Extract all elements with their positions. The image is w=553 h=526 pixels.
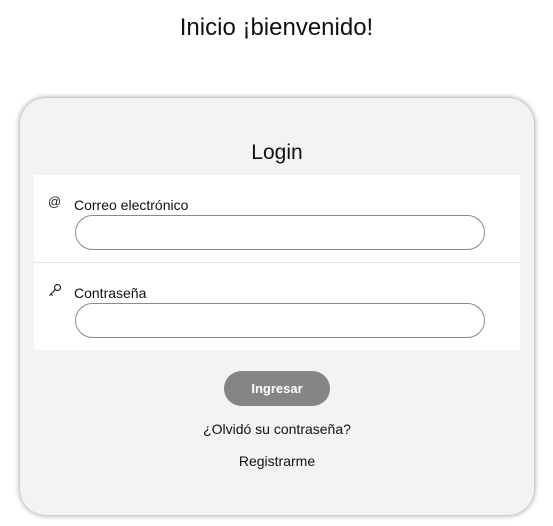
email-row: @ Correo electrónico (34, 175, 520, 262)
login-fields: @ Correo electrónico Contraseña (34, 175, 520, 350)
at-icon: @ (48, 194, 62, 209)
login-button[interactable]: Ingresar (224, 371, 330, 406)
register-link[interactable]: Registrarme (20, 452, 534, 470)
password-row: Contraseña (34, 262, 520, 350)
email-field[interactable] (75, 215, 485, 250)
email-label: Correo electrónico (74, 197, 189, 213)
login-title: Login (251, 141, 303, 164)
page: Inicio ¡bienvenido! Login @ Correo elect… (0, 0, 553, 526)
page-title: Inicio ¡bienvenido! (179, 14, 374, 41)
password-label: Contraseña (74, 285, 147, 301)
forgot-password-link[interactable]: ¿Olvidó su contraseña? (20, 420, 534, 438)
login-card: Login @ Correo electrónico Contraseña In… (20, 98, 534, 515)
password-field[interactable] (75, 303, 485, 338)
key-icon (48, 283, 62, 297)
